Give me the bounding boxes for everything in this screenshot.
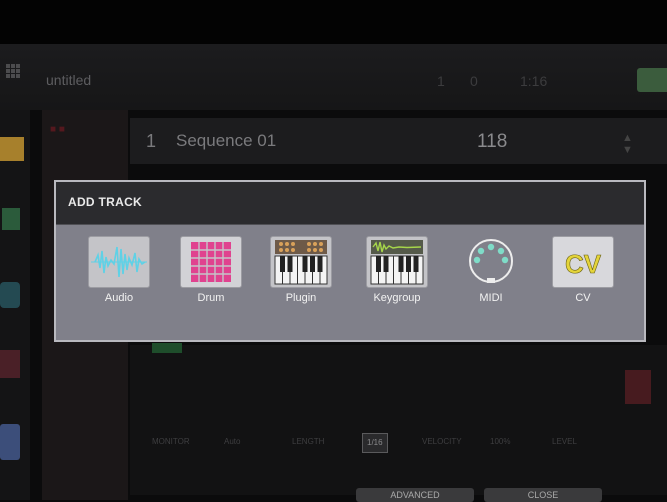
- track-type-label: CV: [575, 292, 591, 304]
- param-label-velocity: VELOCITY: [422, 437, 462, 446]
- audio-waveform-icon: [88, 236, 150, 288]
- track-type-label: Keygroup: [373, 292, 421, 304]
- track-type-keygroup[interactable]: Keygroup: [362, 236, 432, 304]
- track-type-label: MIDI: [479, 292, 503, 304]
- track-type-plugin[interactable]: Plugin: [266, 236, 336, 304]
- sidebar-mode-button[interactable]: [0, 137, 24, 161]
- track-editor-area: [130, 345, 667, 495]
- menu-grid-icon[interactable]: [6, 64, 20, 78]
- sequence-number: 1: [146, 131, 157, 151]
- track-type-midi[interactable]: MIDI: [456, 236, 526, 304]
- cv-icon: CV: [552, 236, 614, 288]
- track-type-audio[interactable]: Audio: [84, 236, 154, 304]
- record-indicator: [625, 370, 651, 404]
- sequence-scroll-arrows[interactable]: ▲ ▼: [622, 132, 633, 156]
- param-value-length[interactable]: 1/16: [362, 433, 388, 453]
- sidebar-browser-button[interactable]: [0, 424, 20, 460]
- bpm-value[interactable]: 118: [477, 131, 507, 153]
- param-value-monitor[interactable]: Auto: [224, 433, 240, 451]
- param-label-monitor: MONITOR: [152, 437, 190, 446]
- track-type-drum[interactable]: Drum: [176, 236, 246, 304]
- keygroup-keyboard-icon: [366, 236, 428, 288]
- sidebar-mixer-button[interactable]: [2, 208, 20, 230]
- transport-beat: 0: [470, 73, 478, 89]
- top-bezel: [0, 0, 667, 44]
- param-value-velocity[interactable]: 100%: [490, 433, 510, 451]
- project-name: untitled: [46, 72, 92, 88]
- param-label-level: LEVEL: [552, 437, 577, 446]
- dialog-header: ADD TRACK: [56, 182, 644, 225]
- midi-connector-icon: [460, 236, 522, 288]
- track-color-strip: [152, 343, 182, 353]
- sidebar-record-button[interactable]: [0, 350, 20, 378]
- track-type-label: Plugin: [285, 292, 317, 304]
- track-param-row: MONITOR Auto LENGTH 1/16 VELOCITY 100% L…: [152, 433, 592, 453]
- status-indicator: [637, 68, 667, 92]
- track-indicator: ■ ■: [50, 124, 65, 135]
- transport-tick: 1:16: [520, 73, 548, 89]
- svg-text:CV: CV: [565, 249, 602, 279]
- param-label-length: LENGTH: [292, 437, 325, 446]
- transport-bar: 1: [437, 73, 445, 89]
- sequence-name[interactable]: Sequence 01: [176, 131, 276, 151]
- plugin-keyboard-icon: [270, 236, 332, 288]
- drum-pads-icon: [180, 236, 242, 288]
- track-type-label: Audio: [104, 292, 134, 304]
- add-track-dialog: ADD TRACK Audio Drum Plugin Keygroup MID…: [54, 180, 646, 342]
- dialog-title: ADD TRACK: [68, 195, 143, 209]
- track-type-label: Drum: [197, 292, 225, 304]
- sidebar-sampler-button[interactable]: [0, 282, 20, 308]
- app-header: [0, 44, 667, 110]
- track-type-cv[interactable]: CV CV: [548, 236, 618, 304]
